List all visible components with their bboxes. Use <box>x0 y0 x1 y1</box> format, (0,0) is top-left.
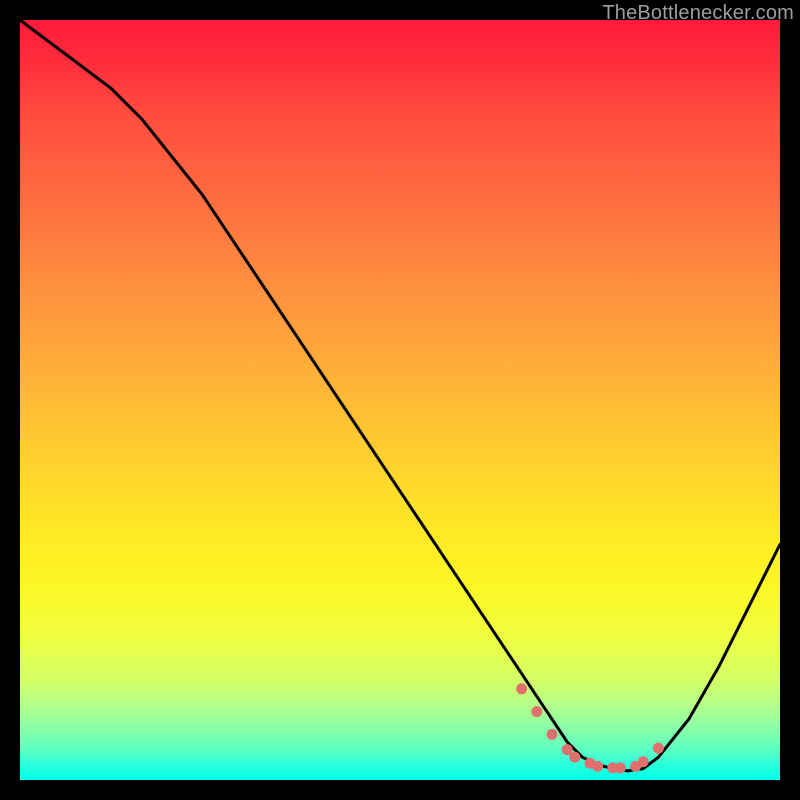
optimal-range-dot <box>516 683 527 694</box>
chart-svg <box>20 20 780 780</box>
optimal-range-dot <box>569 752 580 763</box>
optimal-range-dot <box>592 761 603 772</box>
optimal-range-dot <box>653 743 664 754</box>
optimal-range-dot <box>531 706 542 717</box>
curve-line <box>20 20 780 771</box>
optimal-range-dot <box>547 729 558 740</box>
optimal-range-dot <box>615 762 626 773</box>
bottleneck-curve <box>20 20 780 771</box>
watermark-text: TheBottlenecker.com <box>602 2 794 25</box>
chart-container: TheBottlenecker.com <box>0 0 800 800</box>
optimal-range-dot <box>638 756 649 767</box>
plot-area <box>20 20 780 780</box>
